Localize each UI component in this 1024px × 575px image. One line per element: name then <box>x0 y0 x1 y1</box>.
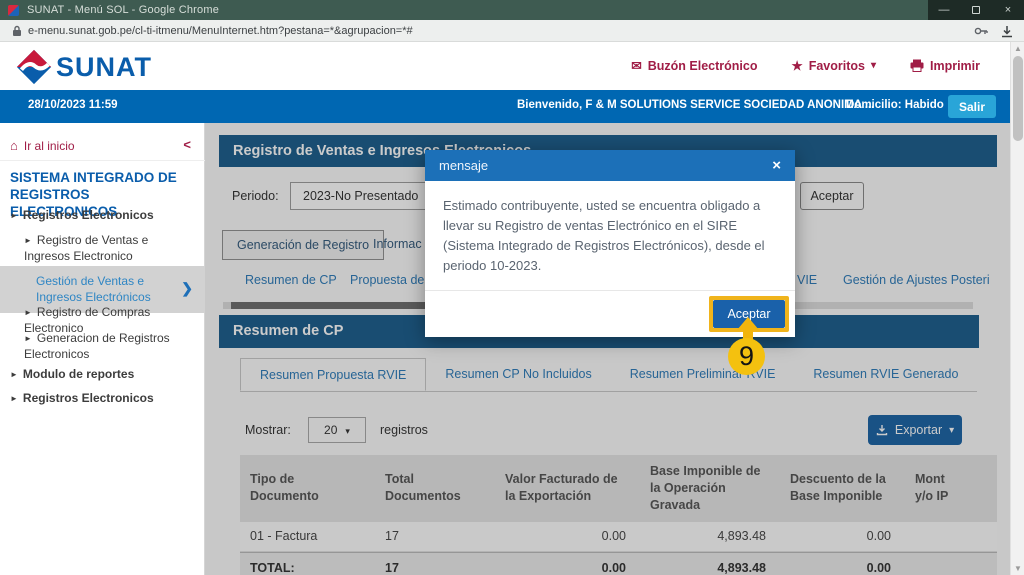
sidebar-item-registro-ventas[interactable]: ►Registro de Ventas e Ingresos Electroni… <box>0 233 205 264</box>
datetime-label: 28/10/2023 11:59 <box>28 99 118 111</box>
modal-close-icon[interactable]: × <box>772 157 781 174</box>
triangle-right-icon: ► <box>24 334 32 343</box>
favicon <box>8 5 19 16</box>
download-icon[interactable] <box>1000 25 1014 38</box>
key-icon[interactable] <box>974 25 988 37</box>
annotation-step-badge: 9 <box>728 338 765 375</box>
triangle-right-icon: ► <box>10 370 18 379</box>
mensaje-modal: mensaje × Estimado contribuyente, usted … <box>425 150 795 337</box>
printer-icon <box>910 59 924 72</box>
imprimir-link[interactable]: Imprimir <box>910 59 980 73</box>
sidebar-item-modulo-reportes[interactable]: ►Modulo de reportes <box>0 367 205 383</box>
screen: SUNAT - Menú SOL - Google Chrome — × e-m… <box>0 0 1024 575</box>
star-icon: ★ <box>791 58 802 73</box>
triangle-right-icon: ► <box>24 236 32 245</box>
modal-message: Estimado contribuyente, usted se encuent… <box>425 181 795 291</box>
url-text[interactable]: e-menu.sunat.gob.pe/cl-ti-itmenu/MenuInt… <box>28 25 413 37</box>
buzon-electronico-link[interactable]: ✉ Buzón Electrónico <box>631 58 757 73</box>
vertical-scrollbar[interactable]: ▲ ▼ <box>1010 42 1024 575</box>
minimize-button[interactable]: — <box>928 0 960 20</box>
triangle-right-icon: ► <box>24 308 32 317</box>
sunat-logo[interactable]: SUNAT <box>16 49 152 85</box>
sidebar: ⌂ Ir al inicio < SISTEMA INTEGRADO DE RE… <box>0 123 205 575</box>
window-title: SUNAT - Menú SOL - Google Chrome <box>27 4 219 16</box>
triangle-right-icon: ► <box>10 394 18 403</box>
url-bar[interactable]: e-menu.sunat.gob.pe/cl-ti-itmenu/MenuInt… <box>0 20 1024 42</box>
browser-titlebar: SUNAT - Menú SOL - Google Chrome — × <box>0 0 1024 20</box>
site-header: SUNAT ✉ Buzón Electrónico ★ Favoritos ▾ … <box>0 42 1010 90</box>
close-button[interactable]: × <box>992 0 1024 20</box>
scroll-down-icon[interactable]: ▼ <box>1011 564 1024 573</box>
maximize-button[interactable] <box>960 0 992 20</box>
chevron-down-icon: ▾ <box>871 60 876 71</box>
sidebar-item-registros-electronicos[interactable]: ►Registros Electronicos <box>0 208 205 224</box>
salir-button[interactable]: Salir <box>948 95 996 118</box>
scroll-up-icon[interactable]: ▲ <box>1011 44 1024 53</box>
envelope-icon: ✉ <box>631 58 641 73</box>
home-icon: ⌂ <box>10 138 18 153</box>
sidebar-item-generacion-registros[interactable]: ►Generacion de Registros Electronicos <box>0 331 205 362</box>
welcome-bar: 28/10/2023 11:59 Bienvenido, F & M SOLUT… <box>0 90 1024 123</box>
lock-icon <box>12 25 22 37</box>
sidebar-item-registros-electronicos-2[interactable]: ►Registros Electronicos <box>0 391 205 407</box>
modal-title: mensaje <box>439 158 488 173</box>
chevron-right-icon: ❯ <box>181 279 193 297</box>
triangle-right-icon: ► <box>10 211 18 220</box>
sunat-logo-icon <box>16 49 52 85</box>
welcome-text: Bienvenido, F & M SOLUTIONS SERVICE SOCI… <box>517 99 874 111</box>
ir-al-inicio-link[interactable]: ⌂ Ir al inicio <box>10 138 75 153</box>
sunat-logo-text: SUNAT <box>56 52 152 83</box>
sidebar-collapse-chevron-icon[interactable]: < <box>183 137 191 152</box>
vertical-scrollbar-thumb[interactable] <box>1013 56 1023 141</box>
favoritos-link[interactable]: ★ Favoritos ▾ <box>791 58 876 73</box>
domicilio-status: Domicilio: Habido <box>846 99 944 111</box>
modal-header: mensaje × <box>425 150 795 181</box>
